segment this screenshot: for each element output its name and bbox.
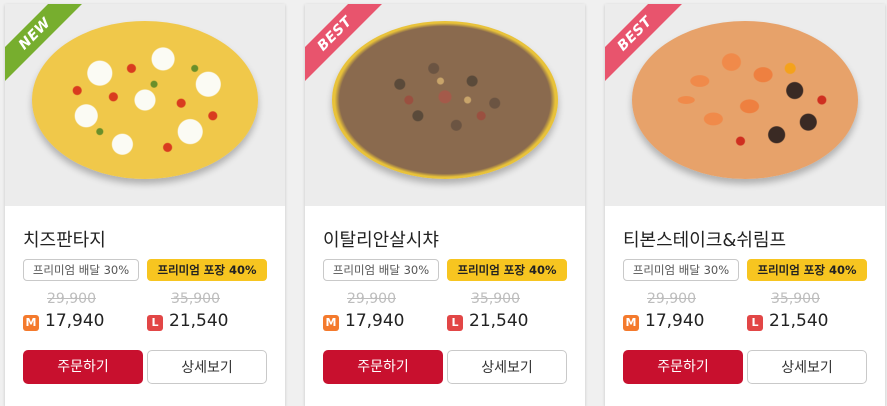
m-original-price: 29,900 [47,291,96,307]
ribbon: NEW [5,4,91,90]
size-l-icon: L [147,315,163,331]
best-ribbon: BEST [605,4,686,85]
l-price: 21,540 [769,311,829,331]
size-m-icon: M [623,315,639,331]
premium-delivery-badge: 프리미엄 배달 30% [23,259,139,281]
l-price: 21,540 [469,311,529,331]
size-m-icon: M [23,315,39,331]
l-price: 21,540 [169,311,229,331]
product-card: NEW 치즈판타지 프리미엄 배달 30% 프리미엄 포장 40% 29,900… [5,4,285,406]
size-l-icon: L [447,315,463,331]
ribbon: BEST [305,4,391,90]
size-l-icon: L [747,315,763,331]
m-original-price: 29,900 [347,291,396,307]
product-image-area[interactable]: BEST [605,4,885,206]
product-name[interactable]: 티본스테이크&쉬림프 [623,226,786,252]
order-button[interactable]: 주문하기 [23,350,143,384]
product-card: BEST 티본스테이크&쉬림프 프리미엄 배달 30% 프리미엄 포장 40% … [605,4,885,406]
product-name[interactable]: 치즈판타지 [23,226,106,252]
m-price: 17,940 [45,311,105,331]
premium-delivery-badge: 프리미엄 배달 30% [323,259,439,281]
m-price: 17,940 [345,311,405,331]
size-m-icon: M [323,315,339,331]
premium-takeout-badge: 프리미엄 포장 40% [447,259,567,281]
premium-delivery-badge: 프리미엄 배달 30% [623,259,739,281]
l-original-price: 35,900 [171,291,220,307]
best-ribbon: BEST [305,4,386,85]
product-card: BEST 이탈리안살시챠 프리미엄 배달 30% 프리미엄 포장 40% 29,… [305,4,585,406]
detail-button[interactable]: 상세보기 [447,350,567,384]
order-button[interactable]: 주문하기 [323,350,443,384]
new-ribbon: NEW [5,4,86,85]
l-original-price: 35,900 [771,291,820,307]
l-original-price: 35,900 [471,291,520,307]
product-name[interactable]: 이탈리안살시챠 [323,226,439,252]
detail-button[interactable]: 상세보기 [747,350,867,384]
detail-button[interactable]: 상세보기 [147,350,267,384]
m-price: 17,940 [645,311,705,331]
premium-takeout-badge: 프리미엄 포장 40% [147,259,267,281]
order-button[interactable]: 주문하기 [623,350,743,384]
m-original-price: 29,900 [647,291,696,307]
ribbon: BEST [605,4,691,90]
product-image-area[interactable]: NEW [5,4,285,206]
product-image-area[interactable]: BEST [305,4,585,206]
premium-takeout-badge: 프리미엄 포장 40% [747,259,867,281]
